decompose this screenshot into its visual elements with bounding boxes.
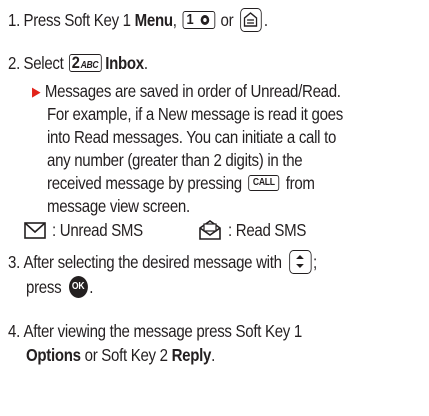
key-2-icon: 2 ABC	[69, 52, 102, 72]
note-text: message view screen.	[47, 196, 190, 216]
arrow-right-icon: ▶	[32, 84, 41, 99]
note-line-6: message view screen.	[47, 195, 190, 217]
step-text: or Soft Key 2	[80, 345, 172, 365]
key-1-icon: 1	[182, 11, 215, 29]
step-text: Press Soft Key 1	[23, 10, 135, 31]
note-text: from	[285, 173, 315, 193]
note-text: Messages are saved in order of Unread/Re…	[44, 81, 341, 101]
note-text: received message by pressing	[47, 173, 242, 193]
key-2-label: 2	[71, 52, 80, 72]
step-4-line-2: Options or Soft Key 2 Reply.	[26, 344, 215, 366]
note-line-3: into Read messages. You can initiate a c…	[47, 126, 336, 148]
read-sms-label: : Read SMS	[228, 220, 307, 240]
note-line-2: For example, if a New message is read it…	[47, 103, 343, 125]
period: .	[143, 53, 148, 73]
step-text: After selecting the desired message with	[23, 252, 282, 273]
call-key-icon: CALL	[248, 174, 280, 191]
step-3-line-1: 3. After selecting the desired message wi…	[8, 250, 317, 277]
note-line-5: received message by pressing CALL from	[47, 172, 315, 194]
read-sms-icon	[199, 220, 221, 240]
key-2-letters: ABC	[80, 59, 99, 71]
navigation-key-icon	[288, 250, 312, 274]
ok-key-icon: OK	[68, 276, 88, 298]
note-line-1: ▶ Messages are saved in order of Unread/R…	[32, 80, 341, 104]
legend-read: : Read SMS	[228, 219, 306, 241]
reply-label: Reply	[171, 345, 212, 365]
note-text: For example, if a New message is read it…	[47, 104, 343, 124]
manual-page: 1. Press Soft Key 1 Menu, 1 or . 2. Select…	[0, 0, 429, 416]
step-number: 2.	[8, 53, 20, 73]
options-label: Options	[26, 345, 81, 365]
legend-unread: : Unread SMS	[52, 219, 143, 241]
step-4-line-1: 4. After viewing the message press Soft K…	[8, 320, 302, 342]
menu-label: Menu	[134, 10, 173, 31]
key-1-label: 1	[186, 11, 194, 28]
voicemail-icon	[200, 15, 209, 25]
ok-key-label: OK	[71, 281, 85, 292]
period: .	[211, 345, 215, 365]
period: .	[263, 10, 268, 31]
step-3-line-2: press OK.	[26, 276, 93, 301]
semicolon: ;	[313, 252, 317, 273]
period: .	[89, 277, 94, 298]
unread-sms-icon	[24, 222, 46, 239]
inbox-label: Inbox	[105, 53, 144, 73]
note-text: into Read messages. You can initiate a c…	[47, 127, 337, 147]
step-2: 2. Select 2 ABC Inbox.	[8, 52, 148, 75]
step-text: press	[26, 277, 62, 298]
menu-key-icon	[240, 8, 263, 32]
step-number: 1.	[8, 10, 20, 31]
call-key-label: CALL	[252, 176, 275, 188]
step-text: Select	[23, 53, 64, 73]
step-number: 4.	[8, 321, 20, 341]
unread-sms-label: : Unread SMS	[52, 220, 143, 240]
or-text: or	[220, 10, 234, 31]
step-1: 1. Press Soft Key 1 Menu, 1 or .	[8, 8, 268, 35]
step-text: After viewing the message press Soft Key…	[23, 321, 302, 341]
note-line-4: any number (greater than 2 digits) in th…	[47, 149, 303, 171]
step-number: 3.	[8, 252, 20, 273]
comma: ,	[172, 10, 177, 31]
note-text: any number (greater than 2 digits) in th…	[47, 150, 303, 170]
